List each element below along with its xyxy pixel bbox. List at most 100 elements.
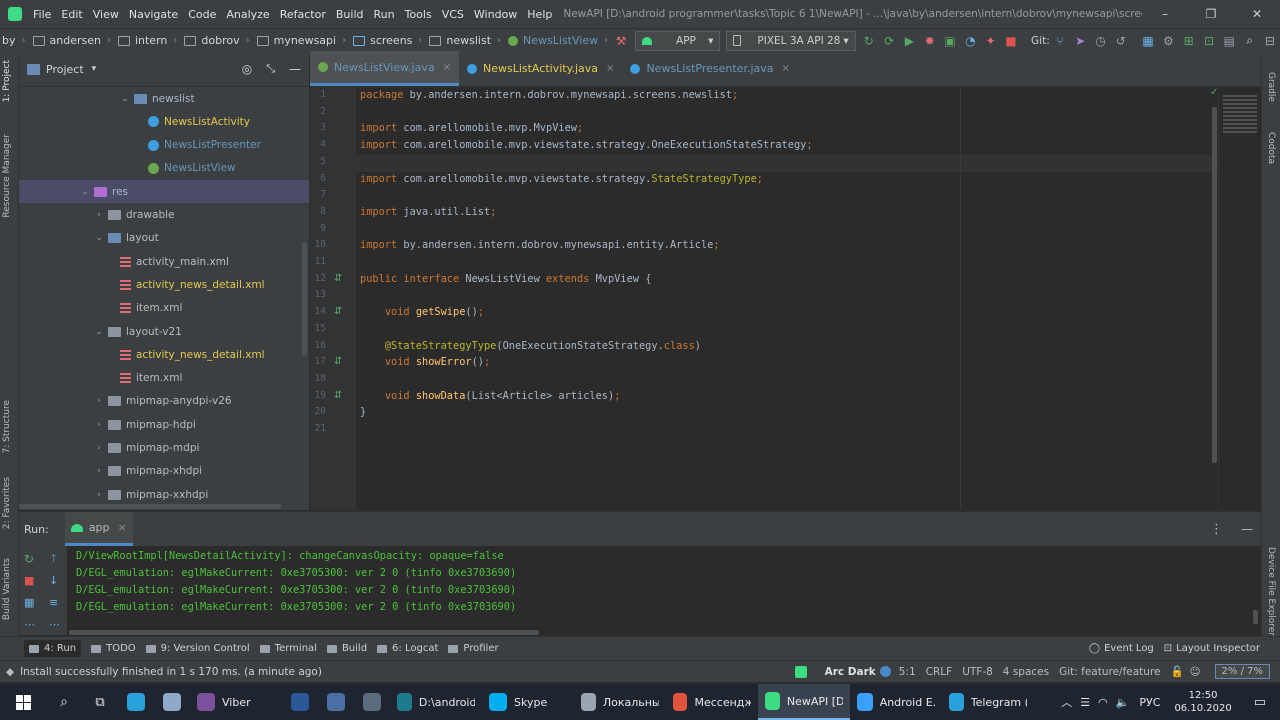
event-log-button[interactable]: ◯ Event Log xyxy=(1089,643,1154,654)
tool-button-logcat[interactable]: 6: Logcat xyxy=(377,643,438,654)
hide-panel-icon[interactable]: — xyxy=(289,62,301,76)
notifications-icon[interactable]: ▭ xyxy=(1240,684,1280,720)
code-editor[interactable]: 1 2 3 4 5 6 7 8 9 10 11 12 13 14 15 16 17 18 19 20 21 ⇵ ⇵ ⇵ ⇵ ✓ … xyxy=(310,87,1261,510)
close-button[interactable]: ✕ xyxy=(1234,7,1280,21)
run-icon[interactable]: ▶ xyxy=(900,34,918,48)
tree-item[interactable]: › mipmap-xxhdpi xyxy=(93,483,208,506)
apply-code-changes-icon[interactable]: ⟳ xyxy=(880,34,898,48)
caret-position[interactable]: 5:1 xyxy=(899,666,916,678)
tool-button-build[interactable]: Build xyxy=(326,643,367,654)
implementation-marker-icon[interactable]: ⇵ xyxy=(334,356,342,367)
coverage-icon[interactable]: ▣ xyxy=(941,34,959,48)
minimize-button[interactable]: – xyxy=(1142,7,1188,21)
more-icon[interactable]: ⋯ xyxy=(24,618,35,631)
tree-item[interactable]: NewsListView xyxy=(145,157,236,180)
git-push-icon[interactable]: ➤ xyxy=(1071,34,1089,48)
taskbar-app[interactable]: Skype xyxy=(482,684,574,720)
chevron-right-icon[interactable]: › xyxy=(93,396,105,406)
chevron-up-icon[interactable]: ︿ xyxy=(1057,684,1076,720)
structure-tab[interactable]: 7: Structure xyxy=(2,400,12,454)
task-view-icon[interactable]: ⧉ xyxy=(82,684,118,720)
stop-icon[interactable]: ■ xyxy=(1002,34,1020,48)
breadcrumb-item[interactable]: newslist › xyxy=(424,34,503,47)
layout-icon[interactable]: ▦ xyxy=(24,596,34,609)
chevron-down-icon[interactable]: ⌄ xyxy=(119,94,131,104)
taskbar-app[interactable] xyxy=(282,684,318,720)
taskbar-app[interactable]: NewAPI [D... xyxy=(758,684,850,720)
tree-item[interactable]: ⌄ newslist xyxy=(119,87,194,110)
line-separator[interactable]: CRLF xyxy=(926,666,953,678)
stop-icon[interactable]: ■ xyxy=(24,574,34,587)
device-manager-icon[interactable]: ▤ xyxy=(1220,34,1238,48)
volume-icon[interactable]: 🔈 xyxy=(1112,684,1134,720)
chevron-right-icon[interactable]: › xyxy=(93,490,105,500)
chevron-right-icon[interactable]: › xyxy=(93,420,105,430)
wifi-icon[interactable]: ◠ xyxy=(1094,684,1112,720)
down-icon[interactable]: ↓ xyxy=(49,574,58,587)
history-icon[interactable]: ◷ xyxy=(1091,34,1109,48)
more-options-icon[interactable]: ⋮ xyxy=(1210,522,1223,537)
project-view-select[interactable]: Project xyxy=(46,63,84,76)
taskbar-app[interactable]: D:\android... xyxy=(390,684,482,720)
layout-inspector-button[interactable]: ⊡ Layout Inspector xyxy=(1164,643,1260,654)
hammer-icon[interactable]: ⚒ xyxy=(610,34,632,48)
search-icon[interactable]: ⌕ xyxy=(1240,33,1258,48)
chevron-right-icon[interactable]: › xyxy=(93,466,105,476)
avd-manager-icon[interactable]: ⊡ xyxy=(1200,34,1218,48)
codota-tab[interactable]: Codota xyxy=(1266,132,1276,164)
more-icon[interactable]: ⋯ xyxy=(49,618,60,631)
run-config-select[interactable]: APP ▾ xyxy=(635,30,721,51)
hide-panel-icon[interactable]: — xyxy=(1241,522,1253,536)
tree-hscrollbar[interactable] xyxy=(19,504,281,509)
editor-scrollbar[interactable] xyxy=(1212,107,1217,463)
maximize-button[interactable]: ❐ xyxy=(1188,7,1234,21)
console-hscrollbar[interactable] xyxy=(69,630,539,635)
collapse-icon[interactable]: ⤡ xyxy=(266,62,275,76)
profile-icon[interactable]: ◔ xyxy=(961,34,979,48)
project-structure-icon[interactable]: ▦ xyxy=(1139,34,1157,48)
breadcrumb-item[interactable]: screens › xyxy=(348,34,424,47)
status-message[interactable]: Install successfully finished in 1 s 170… xyxy=(20,666,322,678)
device-file-explorer-tab[interactable]: Device File Explorer xyxy=(1266,547,1276,636)
breadcrumb-item[interactable]: mynewsapi › xyxy=(252,34,348,47)
tree-item[interactable]: item.xml xyxy=(117,297,182,320)
close-tab-icon[interactable]: × xyxy=(782,63,790,74)
implementation-marker-icon[interactable]: ⇵ xyxy=(334,306,342,317)
taskbar-app[interactable]: Telegram (... xyxy=(942,684,1034,720)
tree-item[interactable]: NewsListActivity xyxy=(145,110,250,133)
indent-setting[interactable]: 4 spaces xyxy=(1003,666,1049,678)
menu-item-tools[interactable]: Tools xyxy=(400,8,437,21)
tree-scrollbar[interactable] xyxy=(302,242,307,356)
tree-item[interactable]: › mipmap-xhdpi xyxy=(93,460,202,483)
close-tab-icon[interactable]: × xyxy=(443,62,451,73)
editor-tab[interactable]: NewsListView.java × xyxy=(310,51,459,86)
tree-item[interactable]: › drawable xyxy=(93,204,174,227)
rerun-icon[interactable]: ↻ xyxy=(24,552,34,566)
implementation-marker-icon[interactable]: ⇵ xyxy=(334,273,342,284)
debug-icon[interactable]: ✹ xyxy=(921,34,939,48)
taskbar-app[interactable] xyxy=(354,684,390,720)
tree-item[interactable]: › mipmap-hdpi xyxy=(93,413,196,436)
taskbar-app[interactable] xyxy=(154,684,190,720)
apply-changes-icon[interactable]: ↻ xyxy=(860,34,878,48)
memory-indicator[interactable]: 2% / 7% xyxy=(1214,664,1270,679)
search-icon[interactable]: ⌕ xyxy=(46,684,82,720)
tree-item[interactable]: ⌄ res xyxy=(19,180,309,204)
breadcrumb-item[interactable]: dobrov › xyxy=(179,34,251,47)
implementation-marker-icon[interactable]: ⇵ xyxy=(334,390,342,401)
face-icon[interactable]: ☺ xyxy=(1190,666,1201,678)
chevron-down-icon[interactable]: ⌄ xyxy=(93,327,105,337)
clock[interactable]: 12:50 06.10.2020 xyxy=(1166,684,1239,720)
tree-item[interactable]: ⌄ layout-v21 xyxy=(93,320,182,343)
chevron-down-icon[interactable]: ▾ xyxy=(92,64,97,74)
taskbar-app[interactable]: Android E... xyxy=(850,684,942,720)
taskbar-app[interactable]: Локальны... xyxy=(574,684,666,720)
tree-item[interactable]: › mipmap-mdpi xyxy=(93,437,199,460)
menu-item-build[interactable]: Build xyxy=(331,8,369,21)
project-tool-tab[interactable]: 1: Project xyxy=(2,60,12,102)
file-encoding[interactable]: UTF-8 xyxy=(962,666,993,678)
resource-manager-tab[interactable]: Resource Manager xyxy=(2,134,12,218)
menu-item-vcs[interactable]: VCS xyxy=(437,8,469,21)
theme-label[interactable]: Arc Dark xyxy=(825,666,876,678)
chevron-right-icon[interactable]: › xyxy=(93,210,105,220)
